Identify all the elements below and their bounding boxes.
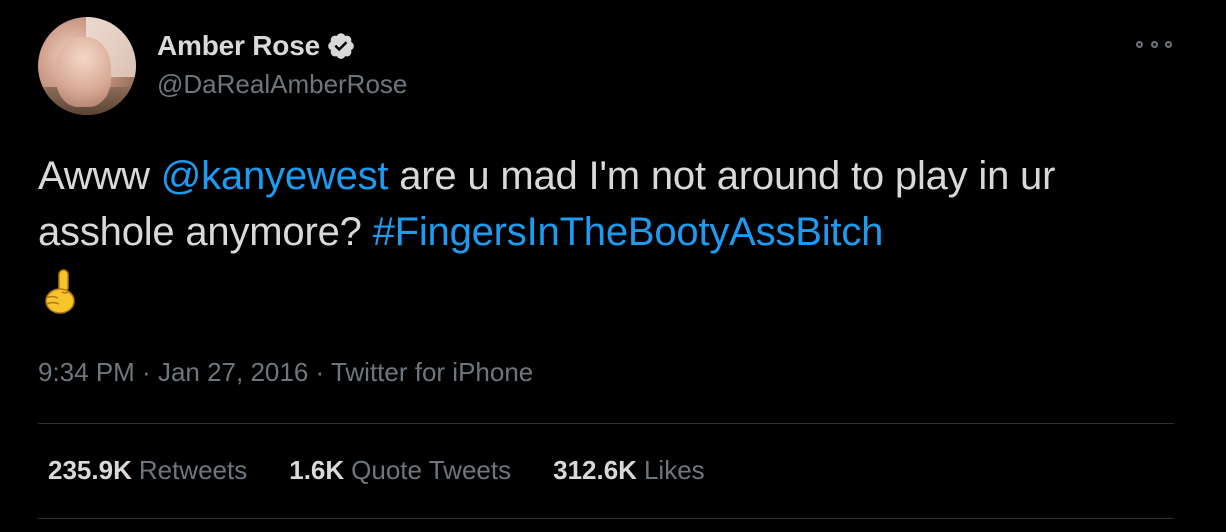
quote-tweets-label: Quote Tweets bbox=[351, 455, 512, 485]
mention-link[interactable]: @kanyewest bbox=[161, 154, 389, 198]
author-display-name[interactable]: Amber Rose bbox=[157, 30, 320, 62]
tweet-source[interactable]: Twitter for iPhone bbox=[331, 357, 533, 387]
likes-label: Likes bbox=[643, 455, 705, 485]
avatar-figure bbox=[56, 37, 111, 107]
quote-tweets-count: 1.6K bbox=[289, 455, 345, 485]
more-dot bbox=[1136, 40, 1143, 48]
more-dot bbox=[1150, 40, 1158, 48]
tweet-card: Amber Rose @DaRealAmberRose Awww @kanyew… bbox=[0, 0, 1226, 532]
retweets-label: Retweets bbox=[138, 455, 248, 485]
divider bbox=[38, 518, 1174, 519]
meta-separator: · bbox=[134, 357, 158, 387]
quote-tweets-stat[interactable]: 1.6K Quote Tweets bbox=[289, 455, 511, 486]
tweet-meta: 9:34 PM · Jan 27, 2016 · Twitter for iPh… bbox=[38, 357, 533, 388]
hashtag-link[interactable]: #FingersInTheBootyAssBitch bbox=[373, 210, 884, 254]
tweet-time[interactable]: 9:34 PM bbox=[38, 357, 135, 387]
tweet-date[interactable]: Jan 27, 2016 bbox=[158, 357, 308, 387]
tweet-text: Awww @kanyewest are u mad I'm not around… bbox=[38, 148, 1178, 316]
meta-separator: · bbox=[308, 357, 331, 387]
author-name-row: Amber Rose bbox=[157, 30, 356, 62]
retweets-stat[interactable]: 235.9K Retweets bbox=[48, 455, 247, 486]
author-handle[interactable]: @DaRealAmberRose bbox=[157, 69, 407, 100]
verified-badge-icon bbox=[328, 33, 354, 59]
divider bbox=[38, 423, 1174, 424]
tweet-text-part: Awww bbox=[38, 154, 161, 198]
avatar[interactable] bbox=[38, 17, 136, 115]
more-options-icon[interactable] bbox=[1136, 34, 1172, 54]
likes-stat[interactable]: 312.6K Likes bbox=[553, 455, 705, 486]
more-dot bbox=[1165, 40, 1172, 48]
pointing-up-emoji-icon bbox=[45, 269, 75, 315]
likes-count: 312.6K bbox=[553, 455, 637, 485]
retweets-count: 235.9K bbox=[48, 455, 132, 485]
tweet-stats: 235.9K Retweets 1.6K Quote Tweets 312.6K Li… bbox=[48, 455, 747, 486]
